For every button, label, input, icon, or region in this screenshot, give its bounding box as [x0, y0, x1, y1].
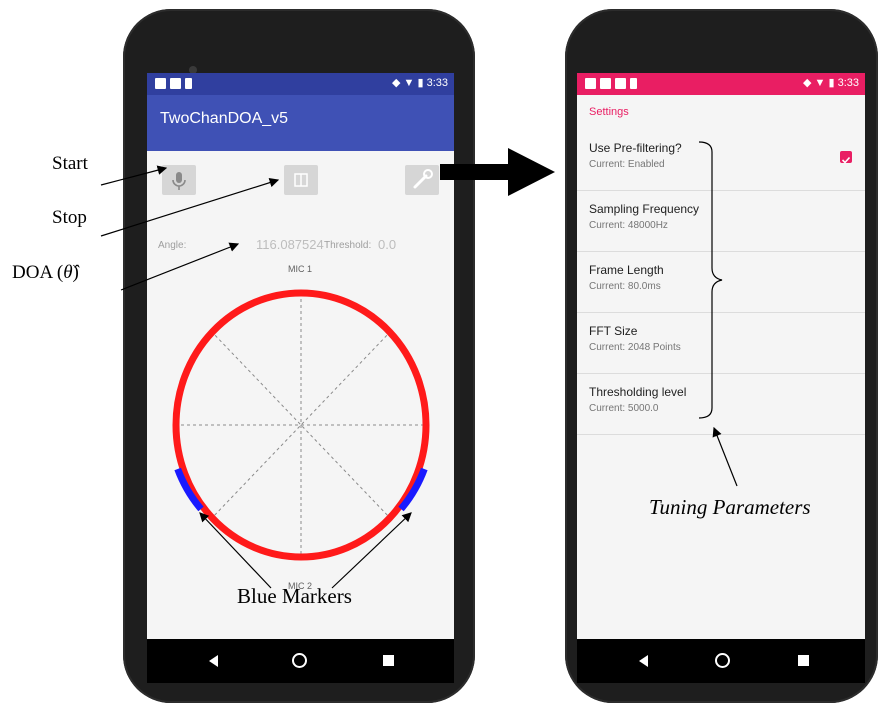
annotation-doa-close: ): [72, 262, 79, 283]
annotation-tuning-parameters: Tuning Parameters: [649, 495, 811, 519]
blue-marker-arrow-left: [199, 512, 272, 589]
parameters-brace: [698, 141, 723, 419]
settings-transition-arrow: [440, 148, 555, 196]
doa-arrow: [120, 242, 240, 291]
annotation-blue-markers: Blue Markers: [237, 584, 352, 608]
start-arrow: [100, 165, 168, 186]
annotation-doa: DOA (θ̂): [12, 262, 79, 284]
annotation-overlay: [100, 141, 738, 589]
tuning-arrow: [712, 426, 738, 487]
annotation-stop: Stop: [52, 207, 87, 228]
stop-arrow: [100, 177, 280, 237]
annotation-doa-text: DOA (: [12, 262, 64, 283]
blue-marker-arrow-right: [331, 512, 412, 589]
annotation-doa-symbol: θ̂: [63, 262, 73, 283]
annotation-start: Start: [52, 153, 88, 174]
